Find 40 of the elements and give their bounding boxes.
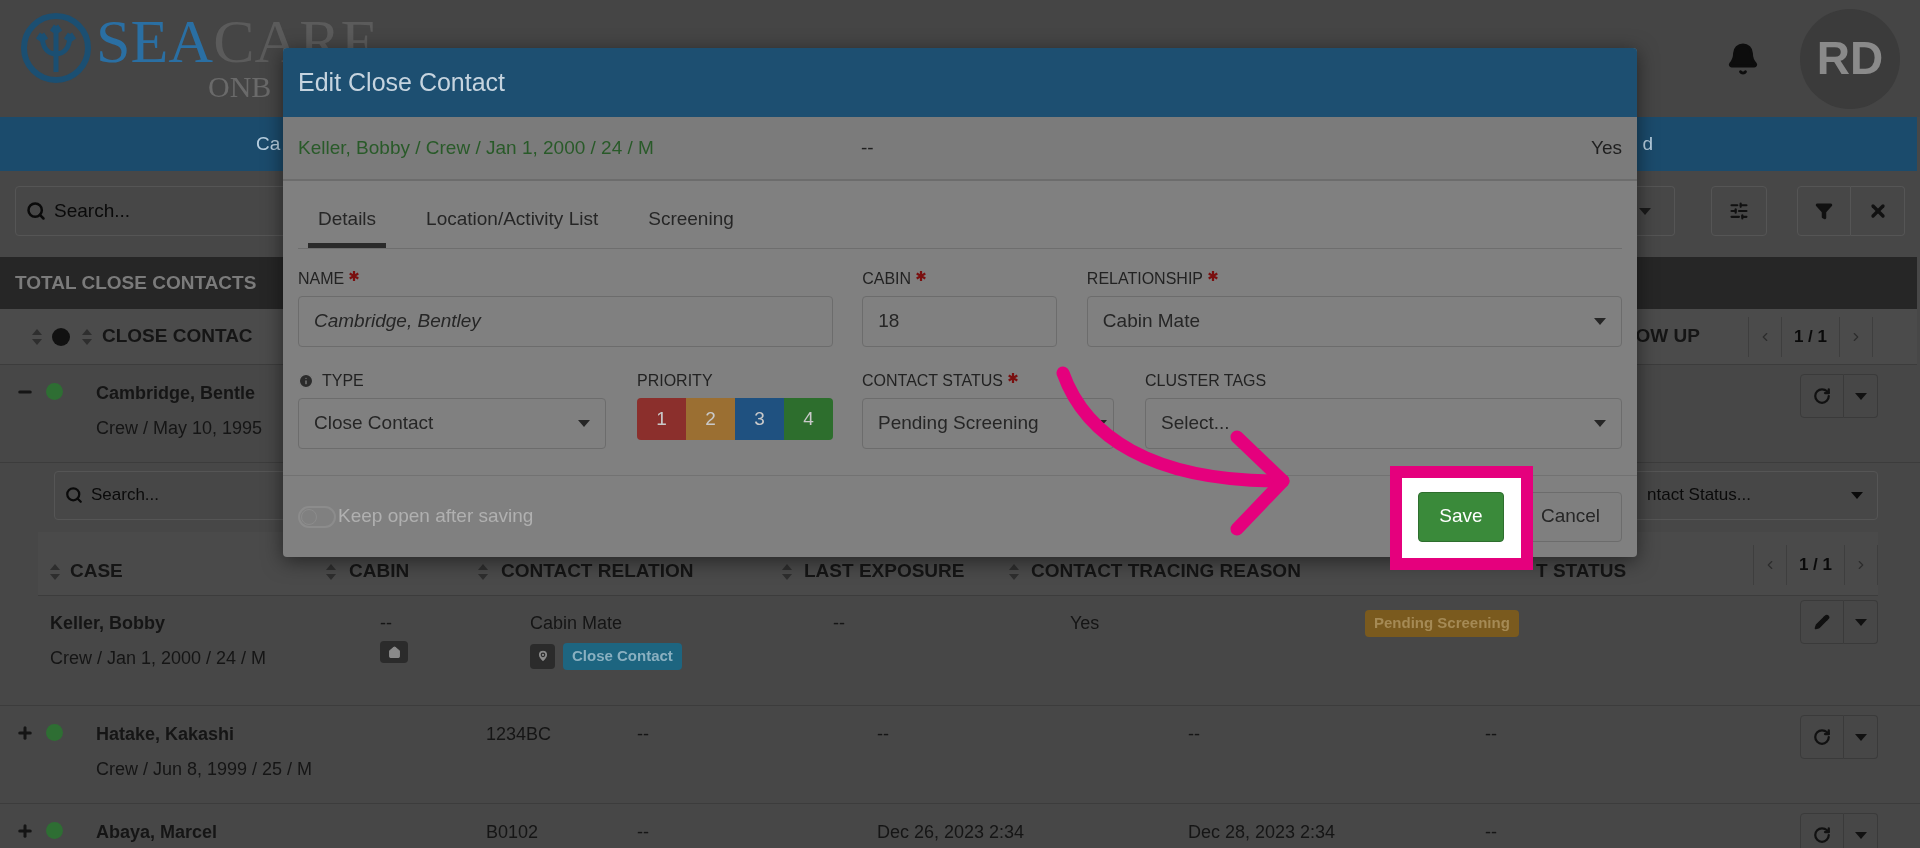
priority-option[interactable]: 4 xyxy=(784,398,833,440)
priority-option[interactable]: 1 xyxy=(637,398,686,440)
priority-option[interactable]: 3 xyxy=(735,398,784,440)
name-field[interactable]: Cambridge, Bentley xyxy=(298,296,834,347)
priority-option[interactable]: 2 xyxy=(686,398,735,440)
field-label: RELATIONSHIP xyxy=(1086,269,1203,289)
nav-link[interactable]: Ca xyxy=(256,129,281,159)
summary-reason: Yes xyxy=(1591,135,1622,160)
field-label: PRIORITY xyxy=(637,371,713,391)
table-cell-text: -- xyxy=(380,612,392,635)
field-label: CABIN xyxy=(862,269,912,289)
tab[interactable]: Screening xyxy=(638,196,744,248)
cluster-tags-select[interactable]: Select... xyxy=(1145,398,1622,449)
page-indicator: 1 / 1 xyxy=(1792,325,1828,348)
table-cell: -- xyxy=(1485,822,1497,842)
contact-summary: Keller, Bobby / Crew / Jan 1, 2000 / 24 / M xyxy=(298,135,655,160)
tab[interactable]: Details xyxy=(308,196,387,248)
field-label: TYPE xyxy=(322,371,364,391)
field-label: CLUSTER TAGS xyxy=(1145,371,1267,391)
dialog-title: Edit Close Contact xyxy=(298,66,506,98)
table-cell: -- xyxy=(833,613,845,633)
relationship-select[interactable]: Cabin Mate xyxy=(1086,296,1622,347)
table-cell: -- xyxy=(1485,724,1497,744)
page-indicator: 1 / 1 xyxy=(1797,553,1833,576)
summary-label: TOTAL CLOSE CONTACTS xyxy=(15,270,257,295)
table-cell: -- xyxy=(637,822,649,842)
nav-link[interactable]: d xyxy=(1642,129,1653,159)
user-avatar[interactable]: RD xyxy=(1800,8,1900,109)
contact-type-tag: Close Contact xyxy=(563,643,682,670)
logo-wordmark: SEA xyxy=(96,10,214,72)
tab[interactable]: Location/Activity List xyxy=(416,196,609,248)
type-select[interactable]: Close Contact xyxy=(298,398,606,449)
field-label: CONTACT STATUS xyxy=(862,371,1004,391)
save-button[interactable]: Save xyxy=(1418,491,1504,542)
cabin-field[interactable]: 18 xyxy=(862,296,1057,347)
field-label: NAME xyxy=(298,269,345,289)
table-cell: -- xyxy=(637,724,649,744)
summary-cabin: -- xyxy=(861,135,874,160)
table-cell: -- xyxy=(1188,724,1200,744)
table-cell: -- xyxy=(877,724,889,744)
